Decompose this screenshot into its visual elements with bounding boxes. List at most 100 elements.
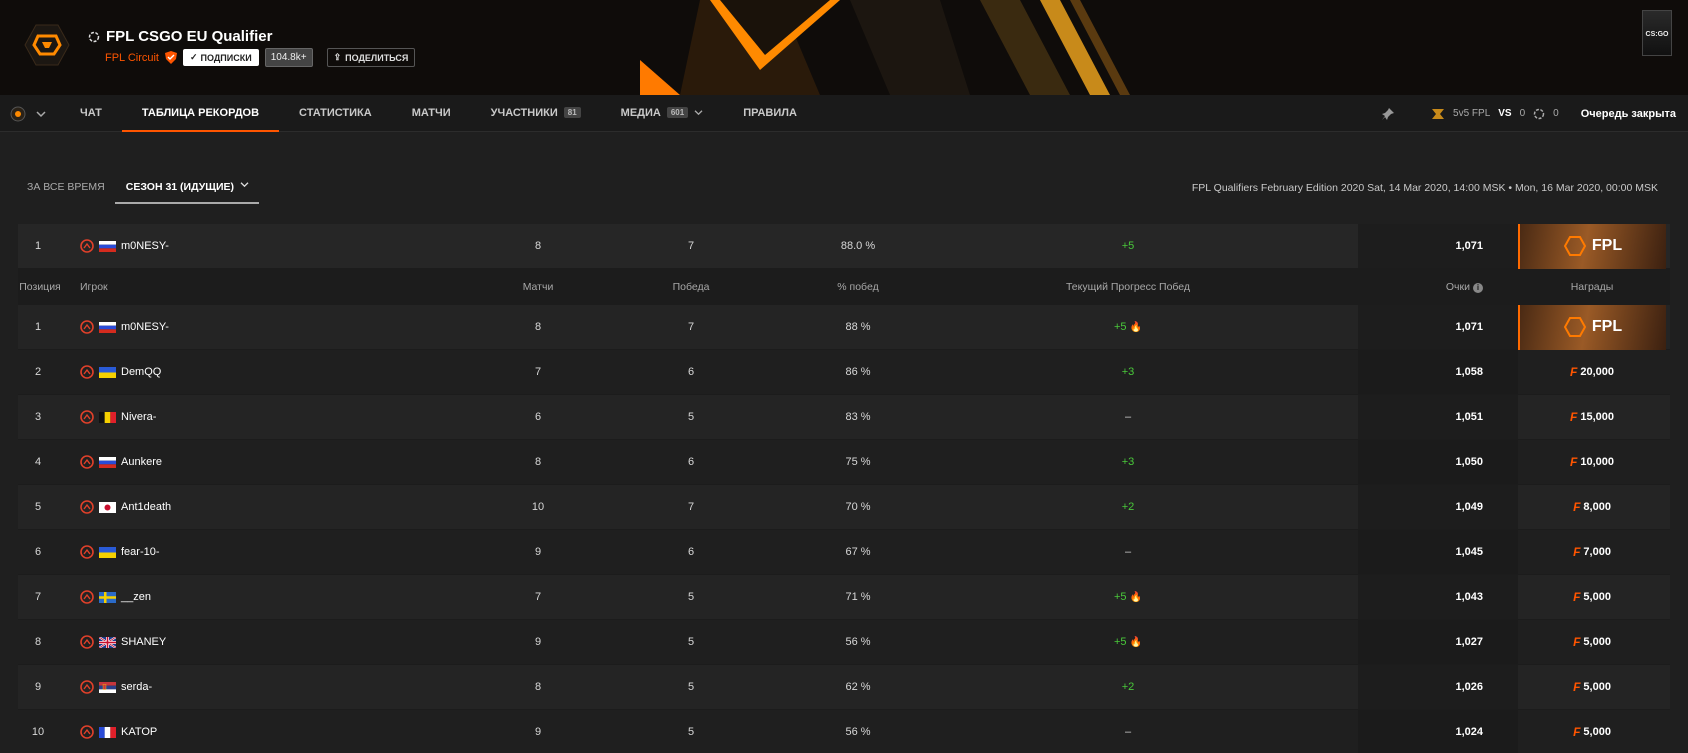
queue-count-a: 0	[1519, 108, 1526, 119]
col-rewards: Награды	[1570, 280, 1614, 293]
player[interactable]: KATOP	[80, 725, 157, 739]
points: 1,026	[1455, 681, 1483, 693]
points: 1,071	[1455, 321, 1483, 333]
col-position: Позиция	[19, 280, 61, 293]
table-row[interactable]: 3 Nivera- 6 5 83 % – 1,051 F 15,000	[18, 395, 1670, 440]
matches: 7	[534, 591, 542, 603]
filter-all-time[interactable]: ЗА ВСЕ ВРЕМЯ	[16, 168, 115, 204]
reward: F 20,000	[1570, 365, 1614, 379]
skill-level-icon	[80, 590, 94, 604]
hub-banner: FPL CSGO EU Qualifier FPL Circuit ✓ ПОДПИ…	[0, 0, 1688, 95]
tab-stats[interactable]: СТАТИСТИКА	[279, 95, 392, 132]
wins: 5	[687, 636, 695, 648]
info-icon[interactable]: i	[1473, 282, 1483, 293]
flag-icon	[98, 635, 117, 649]
skill-level-icon	[80, 680, 94, 694]
player[interactable]: __zen	[80, 590, 151, 604]
player[interactable]: m0NESY-	[80, 320, 169, 334]
win-streak: –	[1124, 546, 1132, 558]
player[interactable]: serda-	[80, 680, 152, 694]
leaderboard-filters: ЗА ВСЕ ВРЕМЯ СЕЗОН 31 (ИДУЩИЕ)	[16, 168, 259, 204]
filter-season-dropdown[interactable]: СЕЗОН 31 (ИДУЩИЕ)	[114, 168, 259, 204]
position: 10	[31, 726, 45, 738]
win-streak: +3	[1121, 456, 1135, 468]
player-name: __zen	[121, 591, 151, 603]
table-row[interactable]: 10 KATOP 9 5 56 % – 1,024 F 5,000	[18, 710, 1670, 753]
matches: 9	[534, 636, 542, 648]
win-rate: 56 %	[845, 636, 871, 648]
skill-level-icon	[80, 410, 94, 424]
members-count-badge: 81	[563, 107, 581, 118]
wins: 7	[687, 321, 695, 333]
game-thumbnail[interactable]: CS:GO	[1642, 10, 1672, 56]
player[interactable]: fear-10-	[80, 545, 160, 559]
table-row[interactable]: 9 serda- 8 5 62 % +2 1,026 F 5,000	[18, 665, 1670, 710]
player-name: DemQQ	[121, 366, 162, 378]
table-row[interactable]: 1 m0NESY- 8 7 88 % +5 🔥 1,071 FPL	[18, 304, 1670, 350]
tab-matches[interactable]: МАТЧИ	[392, 95, 471, 132]
share-button[interactable]: ⇪ ПОДЕЛИТЬСЯ	[326, 48, 416, 67]
points: 1,045	[1455, 546, 1483, 558]
win-rate: 86 %	[845, 366, 871, 378]
fpl-points-icon: F	[1570, 455, 1578, 469]
table-row[interactable]: 5 Ant1death 10 7 70 % +2 1,049 F 8,000	[18, 485, 1670, 530]
points: 1,071	[1455, 240, 1483, 252]
win-streak: +5	[1121, 240, 1135, 252]
table-row[interactable]: 4 Aunkere 8 6 75 % +3 1,050 F 10,000	[18, 440, 1670, 485]
player[interactable]: Aunkere	[80, 455, 162, 469]
matches: 9	[534, 546, 542, 558]
flag-icon	[99, 366, 116, 378]
win-streak: –	[1124, 411, 1132, 423]
player[interactable]: Ant1death	[80, 500, 171, 514]
tab-leaderboard[interactable]: ТАБЛИЦА РЕКОРДОВ	[121, 95, 280, 132]
flag-icon	[99, 321, 116, 333]
matches: 8	[534, 681, 542, 693]
pin-icon[interactable]	[1381, 107, 1395, 121]
wins: 6	[687, 366, 695, 378]
player[interactable]: SHANEY	[80, 635, 166, 649]
player[interactable]: DemQQ	[80, 365, 161, 379]
tab-members[interactable]: УЧАСТНИКИ 81	[471, 95, 601, 132]
reward: F 15,000	[1570, 410, 1614, 424]
win-rate: 88 %	[845, 321, 871, 333]
fpl-points-icon: F	[1570, 410, 1578, 424]
table-row[interactable]: 6 fear-10- 9 6 67 % – 1,045 F 7,000	[18, 530, 1670, 575]
tab-media[interactable]: МЕДИА 601	[601, 95, 724, 132]
reward: F 5,000	[1573, 680, 1611, 694]
media-count-badge: 601	[666, 107, 689, 118]
position: 8	[34, 636, 42, 648]
matches: 9	[534, 726, 542, 738]
player-name: fear-10-	[121, 546, 160, 558]
table-row[interactable]: 7 __zen 7 5 71 % +5 🔥 1,043 F 5,000	[18, 575, 1670, 620]
community-logo[interactable]	[24, 22, 70, 68]
table-row[interactable]: 8 SHANEY 9 5 56 % +5 🔥 1,027 F 5,000	[18, 620, 1670, 665]
table-row[interactable]: 2 DemQQ 7 6 86 % +3 1,058 F 20,000	[18, 350, 1670, 395]
flag-icon	[99, 591, 116, 603]
fpl-points-icon: F	[1573, 590, 1581, 604]
wins: 6	[687, 456, 695, 468]
hub-switcher[interactable]	[10, 106, 46, 122]
position: 1	[34, 240, 42, 252]
skill-level-icon	[80, 545, 94, 559]
player-name: Ant1death	[121, 501, 172, 513]
position: 7	[34, 591, 42, 603]
win-rate: 71 %	[845, 591, 871, 603]
reward-banner: FPL	[1518, 304, 1666, 350]
follow-button[interactable]: ✓ ПОДПИСКИ	[183, 49, 259, 66]
win-rate: 70 %	[845, 501, 871, 513]
pinned-player-row[interactable]: 1 m0NESY- 8 7 88.0 % +5 1,071 FPL	[18, 223, 1670, 269]
skill-level-icon	[80, 239, 94, 253]
col-points: Очки i	[1358, 281, 1483, 293]
win-rate: 56 %	[845, 726, 871, 738]
tab-rules[interactable]: ПРАВИЛА	[723, 95, 817, 132]
player[interactable]: m0NESY-	[80, 239, 169, 253]
organizer-link[interactable]: FPL Circuit	[105, 52, 159, 64]
player[interactable]: Nivera-	[80, 410, 156, 424]
tab-chat[interactable]: ЧАТ	[60, 95, 122, 132]
reward: FPL	[1518, 304, 1666, 350]
spinner-icon	[1533, 108, 1545, 119]
flag-icon	[99, 726, 116, 738]
chevron-down-icon	[240, 182, 249, 188]
col-streak: Текущий Прогресс Побед	[1065, 280, 1191, 293]
position: 6	[34, 546, 42, 558]
